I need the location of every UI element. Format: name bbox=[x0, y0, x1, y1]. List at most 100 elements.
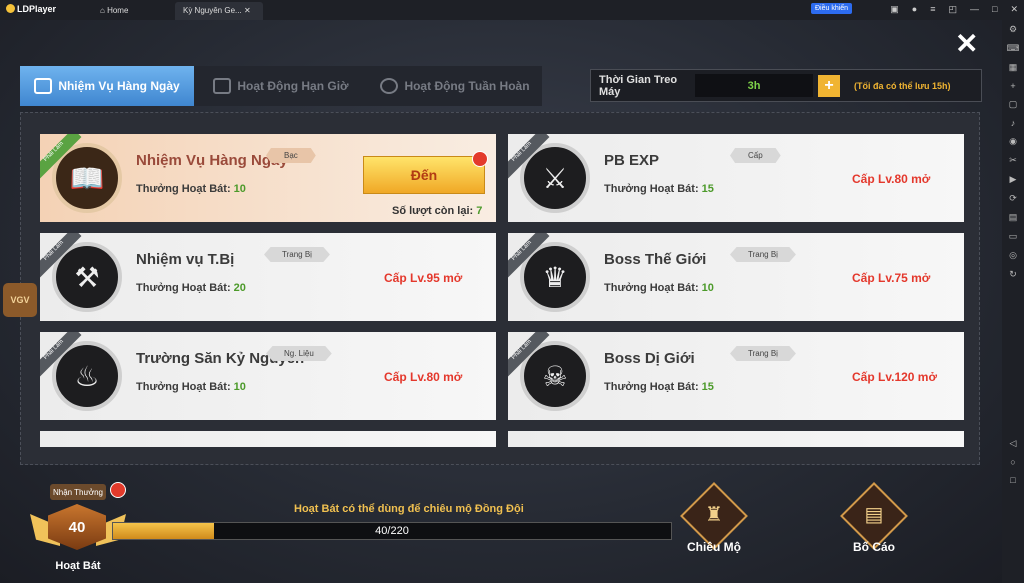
report-label: Bố Cáo bbox=[853, 540, 895, 554]
gamepad-icon[interactable]: ▣ bbox=[890, 4, 899, 15]
title-bar: LDPlayer ⌂ Home Kỳ Nguyên Ge... ✕ Điều k… bbox=[0, 0, 1024, 20]
book-icon bbox=[34, 78, 53, 94]
task-reward: Thưởng Hoạt Bát: 15 bbox=[604, 381, 714, 393]
task-tag: Ng. Liệu bbox=[266, 346, 332, 361]
cut-icon[interactable]: ✂ bbox=[1009, 155, 1017, 166]
add-icon[interactable]: + bbox=[1010, 81, 1015, 91]
reward-value: 10 bbox=[701, 282, 714, 294]
restore-icon[interactable]: ◰ bbox=[949, 4, 958, 15]
recruit-icon: ♜ bbox=[705, 504, 723, 526]
settings-icon[interactable]: ⚙ bbox=[1009, 24, 1017, 35]
activity-tabs: Nhiệm Vụ Hàng Ngày Hoạt Động Hạn Giờ Hoạ… bbox=[20, 66, 542, 106]
reward-label: Thưởng Hoạt Bát: bbox=[136, 381, 231, 393]
tab-close-icon[interactable]: ✕ bbox=[244, 6, 251, 15]
reward-value: 20 bbox=[233, 282, 246, 294]
volume-icon[interactable]: ♪ bbox=[1011, 118, 1016, 128]
window-controls: ▣ ● ≡ ◰ — □ ✕ bbox=[890, 4, 1018, 15]
tab-daily-missions[interactable]: Nhiệm Vụ Hàng Ngày bbox=[20, 66, 194, 106]
tab-game[interactable]: Kỳ Nguyên Ge... ✕ bbox=[175, 2, 263, 20]
reward-label: Thưởng Hoạt Bát: bbox=[136, 282, 231, 294]
tab-weekly-label: Hoạt Động Tuần Hoàn bbox=[404, 79, 530, 93]
activity-progress-bar: 40/220 bbox=[112, 522, 672, 540]
screenshot-icon[interactable]: ▢ bbox=[1009, 99, 1018, 110]
unlock-level: Cấp Lv.120 mở bbox=[852, 370, 938, 384]
add-idle-button[interactable]: + bbox=[818, 74, 840, 97]
tab-daily-label: Nhiệm Vụ Hàng Ngày bbox=[58, 79, 180, 93]
unlock-level: Cấp Lv.75 mở bbox=[852, 271, 931, 285]
vgv-logo[interactable]: VGV bbox=[3, 283, 37, 317]
task-card-otherworld-boss[interactable]: ☠ Phải Làm Boss Dị Giới Trang Bị Thưởng … bbox=[508, 332, 964, 420]
task-reward: Thưởng Hoạt Bát: 10 bbox=[604, 282, 714, 294]
tab-timed-label: Hoạt Động Hạn Giờ bbox=[237, 79, 349, 93]
go-button[interactable]: Đến bbox=[363, 156, 485, 194]
folder-icon[interactable]: ▭ bbox=[1009, 231, 1018, 242]
rotate-icon[interactable]: ↻ bbox=[1009, 269, 1017, 280]
location-icon[interactable]: ◎ bbox=[1009, 250, 1017, 261]
close-icon[interactable]: ✕ bbox=[955, 30, 978, 58]
task-panel: 📖 Phải Làm Nhiệm Vụ Hàng Ngày Bạc Thưởng… bbox=[20, 112, 980, 465]
task-card-hunting-ground[interactable]: ♨ Phải Làm Trường Săn Kỷ Nguyên Ng. Liệu… bbox=[40, 332, 496, 420]
task-tag: Trang Bị bbox=[730, 346, 796, 361]
grid-icon[interactable]: ▦ bbox=[1009, 62, 1018, 73]
task-card-pb-exp[interactable]: ⚔ Phải Làm PB EXP Cấp Thưởng Hoạt Bát: 1… bbox=[508, 134, 964, 222]
minimize-icon[interactable]: — bbox=[970, 4, 979, 15]
recent-icon[interactable]: □ bbox=[1010, 475, 1015, 485]
keyboard-icon[interactable]: ⌨ bbox=[1007, 43, 1020, 54]
idle-note: (Tối đa có thể lưu 15h) bbox=[854, 80, 951, 91]
task-card-partial bbox=[40, 431, 496, 447]
task-reward: Thưởng Hoạt Bát: 10 bbox=[136, 183, 246, 195]
task-name: Boss Dị Giới bbox=[604, 350, 695, 367]
tab-timed-events[interactable]: Hoạt Động Hạn Giờ bbox=[194, 66, 368, 106]
sync-icon[interactable]: ⟳ bbox=[1009, 193, 1017, 204]
reward-value: 15 bbox=[701, 381, 714, 393]
task-card-daily[interactable]: 📖 Phải Làm Nhiệm Vụ Hàng Ngày Bạc Thưởng… bbox=[40, 134, 496, 222]
tab-home-label: Home bbox=[107, 6, 129, 15]
record-icon[interactable]: ◉ bbox=[1009, 136, 1017, 147]
tab-game-label: Kỳ Nguyên Ge... bbox=[183, 6, 242, 15]
task-card-equipment[interactable]: ⚒ Phải Làm Nhiệm vụ T.Bị Trang Bị Thưởng… bbox=[40, 233, 496, 321]
recruit-label: Chiêu Mộ bbox=[687, 540, 741, 554]
ldplayer-icon bbox=[6, 4, 15, 13]
task-name: Nhiệm vụ T.Bị bbox=[136, 251, 235, 268]
notification-dot bbox=[472, 151, 488, 167]
task-card-partial bbox=[508, 431, 964, 447]
control-button[interactable]: Điều khiển bbox=[811, 3, 853, 14]
maximize-icon[interactable]: □ bbox=[992, 4, 997, 15]
recruit-button[interactable]: ♜ Chiêu Mộ bbox=[680, 482, 748, 558]
unlock-level: Cấp Lv.80 mở bbox=[852, 172, 931, 186]
task-name: PB EXP bbox=[604, 152, 660, 169]
idle-time-bar: Thời Gian Treo Máy 3h + (Tối đa có thể l… bbox=[590, 69, 982, 102]
app-logo: LDPlayer bbox=[6, 4, 56, 14]
tab-home[interactable]: ⌂ Home bbox=[92, 2, 136, 20]
task-name: Boss Thế Giới bbox=[604, 251, 707, 268]
reward-value: 10 bbox=[233, 381, 246, 393]
idle-label: Thời Gian Treo Máy bbox=[599, 73, 678, 98]
reward-label: Thưởng Hoạt Bát: bbox=[604, 282, 699, 294]
claim-reward-label[interactable]: Nhận Thưởng bbox=[50, 484, 106, 500]
unlock-level: Cấp Lv.80 mở bbox=[384, 370, 463, 384]
progress-description: Hoạt Bát có thể dùng để chiêu mộ Đồng Độ… bbox=[294, 503, 524, 515]
unlock-level: Cấp Lv.95 mở bbox=[384, 271, 463, 285]
hourglass-icon bbox=[213, 78, 232, 94]
task-card-world-boss[interactable]: ♛ Phải Làm Boss Thế Giới Trang Bị Thưởng… bbox=[508, 233, 964, 321]
clock-icon bbox=[380, 78, 399, 94]
remaining-value: 7 bbox=[476, 205, 483, 217]
home-icon[interactable]: ○ bbox=[1010, 457, 1015, 467]
play-icon[interactable]: ▶ bbox=[1010, 174, 1017, 185]
progress-text: 40/220 bbox=[375, 525, 409, 537]
notification-dot bbox=[110, 482, 126, 498]
user-icon[interactable]: ● bbox=[912, 4, 917, 15]
report-button[interactable]: ▤ Bố Cáo bbox=[840, 482, 908, 558]
menu-icon[interactable]: ≡ bbox=[930, 4, 935, 15]
tab-weekly-events[interactable]: Hoạt Động Tuần Hoàn bbox=[368, 66, 542, 106]
reward-value: 10 bbox=[233, 183, 246, 195]
game-screen: ✕ Nhiệm Vụ Hàng Ngày Hoạt Động Hạn Giờ H… bbox=[0, 20, 1002, 583]
task-tag: Bạc bbox=[266, 148, 316, 163]
task-tag: Trang Bị bbox=[730, 247, 796, 262]
app-name: LDPlayer bbox=[17, 4, 57, 14]
task-reward: Thưởng Hoạt Bát: 15 bbox=[604, 183, 714, 195]
close-window-icon[interactable]: ✕ bbox=[1010, 4, 1018, 15]
reward-label: Thưởng Hoạt Bát: bbox=[604, 381, 699, 393]
back-icon[interactable]: ◁ bbox=[1010, 438, 1017, 449]
apk-icon[interactable]: ▤ bbox=[1009, 212, 1018, 223]
